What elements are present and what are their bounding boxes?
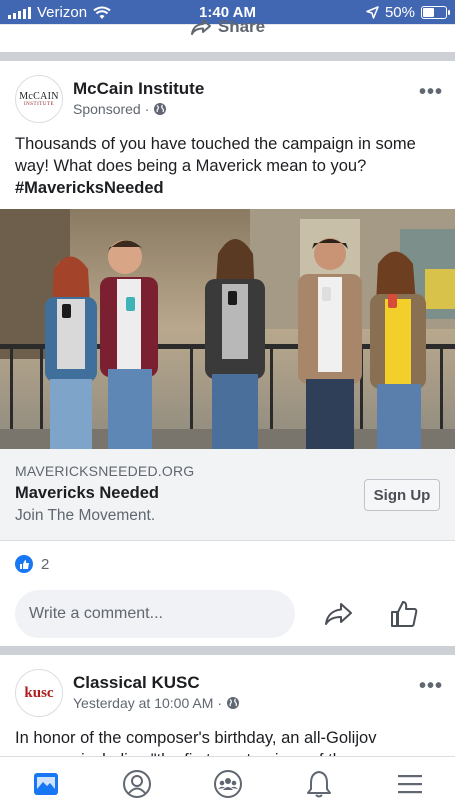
feed-divider xyxy=(0,52,455,61)
feed-divider xyxy=(0,646,455,655)
subtitle-separator: · xyxy=(217,695,223,711)
post-body: Thousands of you have touched the campai… xyxy=(15,135,416,175)
subtitle-separator: · xyxy=(144,101,150,117)
reactions-summary[interactable]: 2 xyxy=(15,555,49,573)
link-title: Mavericks Needed xyxy=(15,484,159,502)
share-arrow-icon xyxy=(190,19,211,35)
sign-up-button[interactable]: Sign Up xyxy=(364,479,440,511)
share-icon[interactable] xyxy=(320,596,356,632)
link-domain: MAVERICKSNEEDED.ORG xyxy=(15,463,195,479)
link-preview[interactable]: MAVERICKSNEEDED.ORG Mavericks Needed Joi… xyxy=(0,449,455,541)
post-author-name[interactable]: McCain Institute xyxy=(73,79,204,99)
more-options-icon[interactable]: ••• xyxy=(419,675,443,698)
group-of-friends-with-phones-image xyxy=(0,209,455,449)
ad-photo[interactable] xyxy=(0,209,455,449)
like-reaction-icon xyxy=(15,555,33,573)
post-subtitle: Sponsored · xyxy=(73,101,167,117)
post-text: In honor of the composer's birthday, an … xyxy=(15,729,386,756)
post-text: Thousands of you have touched the campai… xyxy=(15,133,440,199)
share-button[interactable]: Share xyxy=(0,17,455,37)
profile-icon[interactable] xyxy=(112,762,162,806)
comment-input[interactable]: Write a comment... xyxy=(15,590,295,638)
groups-icon[interactable] xyxy=(203,762,253,806)
avatar-logo-text: kusc xyxy=(24,684,54,701)
notifications-bell-icon[interactable] xyxy=(294,762,344,806)
menu-icon[interactable] xyxy=(385,762,435,806)
news-feed-icon[interactable] xyxy=(21,762,71,806)
share-label: Share xyxy=(217,17,266,36)
avatar-logo-text: McCAIN xyxy=(19,91,59,102)
kusc-avatar[interactable]: kusc xyxy=(15,669,63,717)
sponsored-label: Sponsored xyxy=(73,101,141,117)
post-author-name[interactable]: Classical KUSC xyxy=(73,673,200,693)
globe-icon xyxy=(154,103,167,115)
like-icon[interactable] xyxy=(386,596,422,632)
link-description: Join The Movement. xyxy=(15,507,156,524)
avatar-logo-subtext: INSTITUTE xyxy=(23,102,55,107)
more-options-icon[interactable]: ••• xyxy=(419,81,443,104)
previous-post-footer: Share xyxy=(0,17,455,52)
kusc-post: kusc Classical KUSC Yesterday at 10:00 A… xyxy=(0,655,455,756)
reactions-count: 2 xyxy=(41,555,50,573)
post-subtitle: Yesterday at 10:00 AM · xyxy=(73,695,240,711)
mccain-avatar[interactable]: McCAIN INSTITUTE xyxy=(15,75,63,123)
post-timestamp[interactable]: Yesterday at 10:00 AM xyxy=(73,695,213,711)
bottom-navigation xyxy=(0,756,455,810)
post-hashtag[interactable]: #MavericksNeeded xyxy=(15,179,164,197)
globe-icon xyxy=(227,697,240,709)
